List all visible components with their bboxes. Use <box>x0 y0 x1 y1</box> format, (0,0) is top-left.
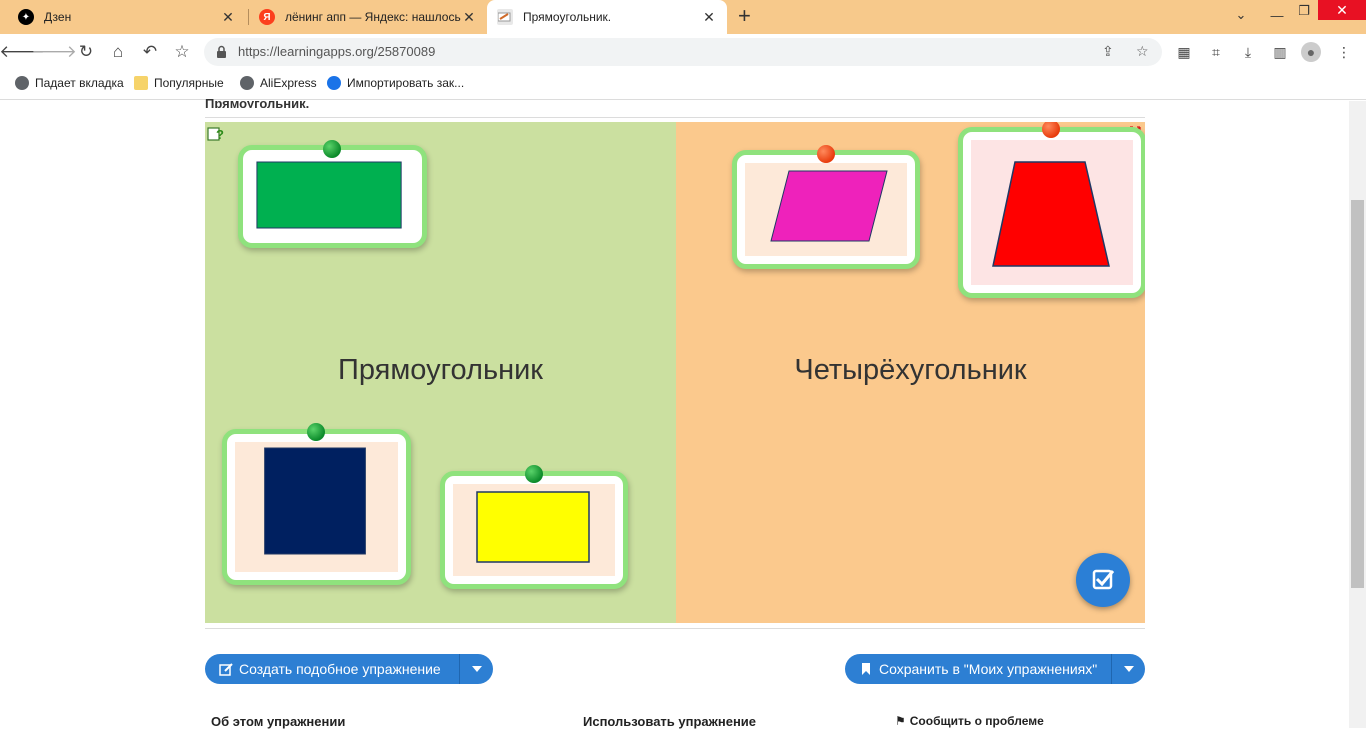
shape-card-magenta-parallelogram[interactable] <box>732 150 920 269</box>
save-label: Сохранить в "Моих упражнениях" <box>879 661 1098 677</box>
tab-strip: ✦ Дзен ✕ Я лёнинг апп — Яндекс: нашлось … <box>0 0 1366 34</box>
bookmark-item[interactable]: AliExpress <box>240 76 317 90</box>
tab-title: Дзен <box>44 10 72 24</box>
star-icon[interactable]: ☆ <box>1136 43 1149 60</box>
close-tab-icon[interactable]: ✕ <box>701 9 717 26</box>
bookmark-icon <box>862 663 870 675</box>
svg-text:?: ? <box>216 127 224 142</box>
card-image <box>251 158 414 235</box>
flag-icon: ⚑ <box>895 714 906 728</box>
tab-search-icon[interactable]: ⌄ <box>1226 0 1256 30</box>
bookmark-label: Популярные <box>154 76 224 90</box>
create-similar-label: Создать подобное упражнение <box>239 661 441 677</box>
pin-icon <box>307 423 325 441</box>
page-title: Прямоугольник. <box>205 96 310 108</box>
bookmark-folder[interactable]: Популярные <box>134 76 224 90</box>
learningapps-icon <box>497 9 513 25</box>
bookmark-label: Импортировать зак... <box>347 76 465 90</box>
pin-icon <box>817 145 835 163</box>
folder-icon <box>134 76 148 90</box>
bookmark-item[interactable]: Импортировать зак... <box>327 76 464 90</box>
report-problem-link[interactable]: ⚑ Сообщить о проблеме <box>895 714 1044 728</box>
pin-icon <box>323 140 341 158</box>
divider <box>205 628 1145 629</box>
exercise-area: Прямоугольник Четырёхугольник ? <box>205 122 1145 623</box>
restore-icon[interactable]: ❐ <box>1289 0 1319 26</box>
menu-icon[interactable]: ⋮ <box>1334 42 1354 62</box>
save-to-my-exercises-button[interactable]: Сохранить в "Моих упражнениях" <box>845 654 1145 684</box>
bookmark-star-icon[interactable]: ☆ <box>170 40 194 64</box>
shape-card-green-rectangle[interactable] <box>238 145 427 248</box>
globe-icon <box>240 76 254 90</box>
tab-learningapps[interactable]: Прямоугольник. ✕ <box>487 0 727 34</box>
lock-icon <box>217 45 226 58</box>
zone-label: Прямоугольник <box>338 354 543 386</box>
shape-card-yellow-rectangle[interactable] <box>440 471 628 589</box>
shape-card-navy-rectangle[interactable] <box>222 429 411 585</box>
yellow-rectangle-shape <box>476 491 590 563</box>
zone-label: Четырёхугольник <box>794 354 1027 386</box>
dropdown-caret-icon[interactable] <box>459 654 493 684</box>
divider <box>205 117 1145 118</box>
home-icon[interactable]: ⌂ <box>106 40 130 64</box>
bookmark-label: AliExpress <box>260 76 317 90</box>
report-problem-label: Сообщить о проблеме <box>909 714 1044 728</box>
red-trapezoid-shape <box>992 161 1110 267</box>
shape-card-red-trapezoid[interactable] <box>958 127 1145 298</box>
minimize-icon[interactable]: — <box>1262 0 1292 30</box>
magenta-parallelogram-shape <box>770 170 888 242</box>
extensions-grid-icon[interactable]: ▦ <box>1174 42 1194 62</box>
tab-title: лёнинг апп — Яндекс: нашлось <box>285 10 461 24</box>
pin-icon <box>525 465 543 483</box>
share-icon[interactable]: ⇪ <box>1102 43 1114 60</box>
close-tab-icon[interactable]: ✕ <box>461 9 477 26</box>
download-icon[interactable]: ⤓ <box>1238 42 1258 62</box>
dropdown-caret-icon[interactable] <box>1111 654 1145 684</box>
address-bar[interactable]: https://learningapps.org/25870089 ⇪ ☆ <box>204 38 1162 66</box>
create-similar-button[interactable]: Создать подобное упражнение <box>205 654 493 684</box>
navy-rectangle-shape <box>264 447 366 555</box>
crop-icon[interactable]: ⌗ <box>1206 42 1226 62</box>
globe-icon <box>15 76 29 90</box>
gear-icon <box>327 76 341 90</box>
card-image <box>235 442 398 572</box>
bookmark-label: Падает вкладка <box>35 76 124 90</box>
help-icon[interactable]: ? <box>207 125 225 143</box>
side-panel-icon[interactable]: ▥ <box>1270 42 1290 62</box>
browser-toolbar: 🡐 🡒 ↻ ⌂ ↶ ☆ https://learningapps.org/258… <box>0 34 1366 70</box>
reload-icon[interactable]: ↻ <box>74 40 98 64</box>
profile-avatar-icon[interactable]: ● <box>1301 42 1321 62</box>
new-tab-icon[interactable]: + <box>738 5 751 27</box>
scrollbar-thumb[interactable] <box>1351 200 1364 588</box>
tab-zen[interactable]: ✦ Дзен ✕ <box>8 0 246 34</box>
undo-icon[interactable]: ↶ <box>138 40 162 64</box>
yandex-icon: Я <box>259 9 275 25</box>
close-window-icon[interactable]: ✕ <box>1318 0 1366 20</box>
tab-yandex[interactable]: Я лёнинг апп — Яндекс: нашлось ✕ <box>249 0 487 34</box>
checkbox-check-icon <box>1092 569 1115 590</box>
tab-title: Прямоугольник. <box>523 10 612 24</box>
card-image <box>745 163 907 256</box>
url-text: https://learningapps.org/25870089 <box>238 44 436 59</box>
green-rectangle-shape <box>256 161 402 229</box>
forward-icon[interactable]: 🡒 <box>31 40 77 64</box>
close-tab-icon[interactable]: ✕ <box>220 9 236 26</box>
card-image <box>971 140 1133 285</box>
about-exercise-heading[interactable]: Об этом упражнении <box>211 714 345 729</box>
edit-icon <box>219 663 233 676</box>
zen-icon: ✦ <box>18 9 34 25</box>
card-image <box>453 484 615 576</box>
bookmark-item[interactable]: Падает вкладка <box>15 76 124 90</box>
use-exercise-heading[interactable]: Использовать упражнение <box>583 714 756 729</box>
check-answer-button[interactable] <box>1076 553 1130 607</box>
